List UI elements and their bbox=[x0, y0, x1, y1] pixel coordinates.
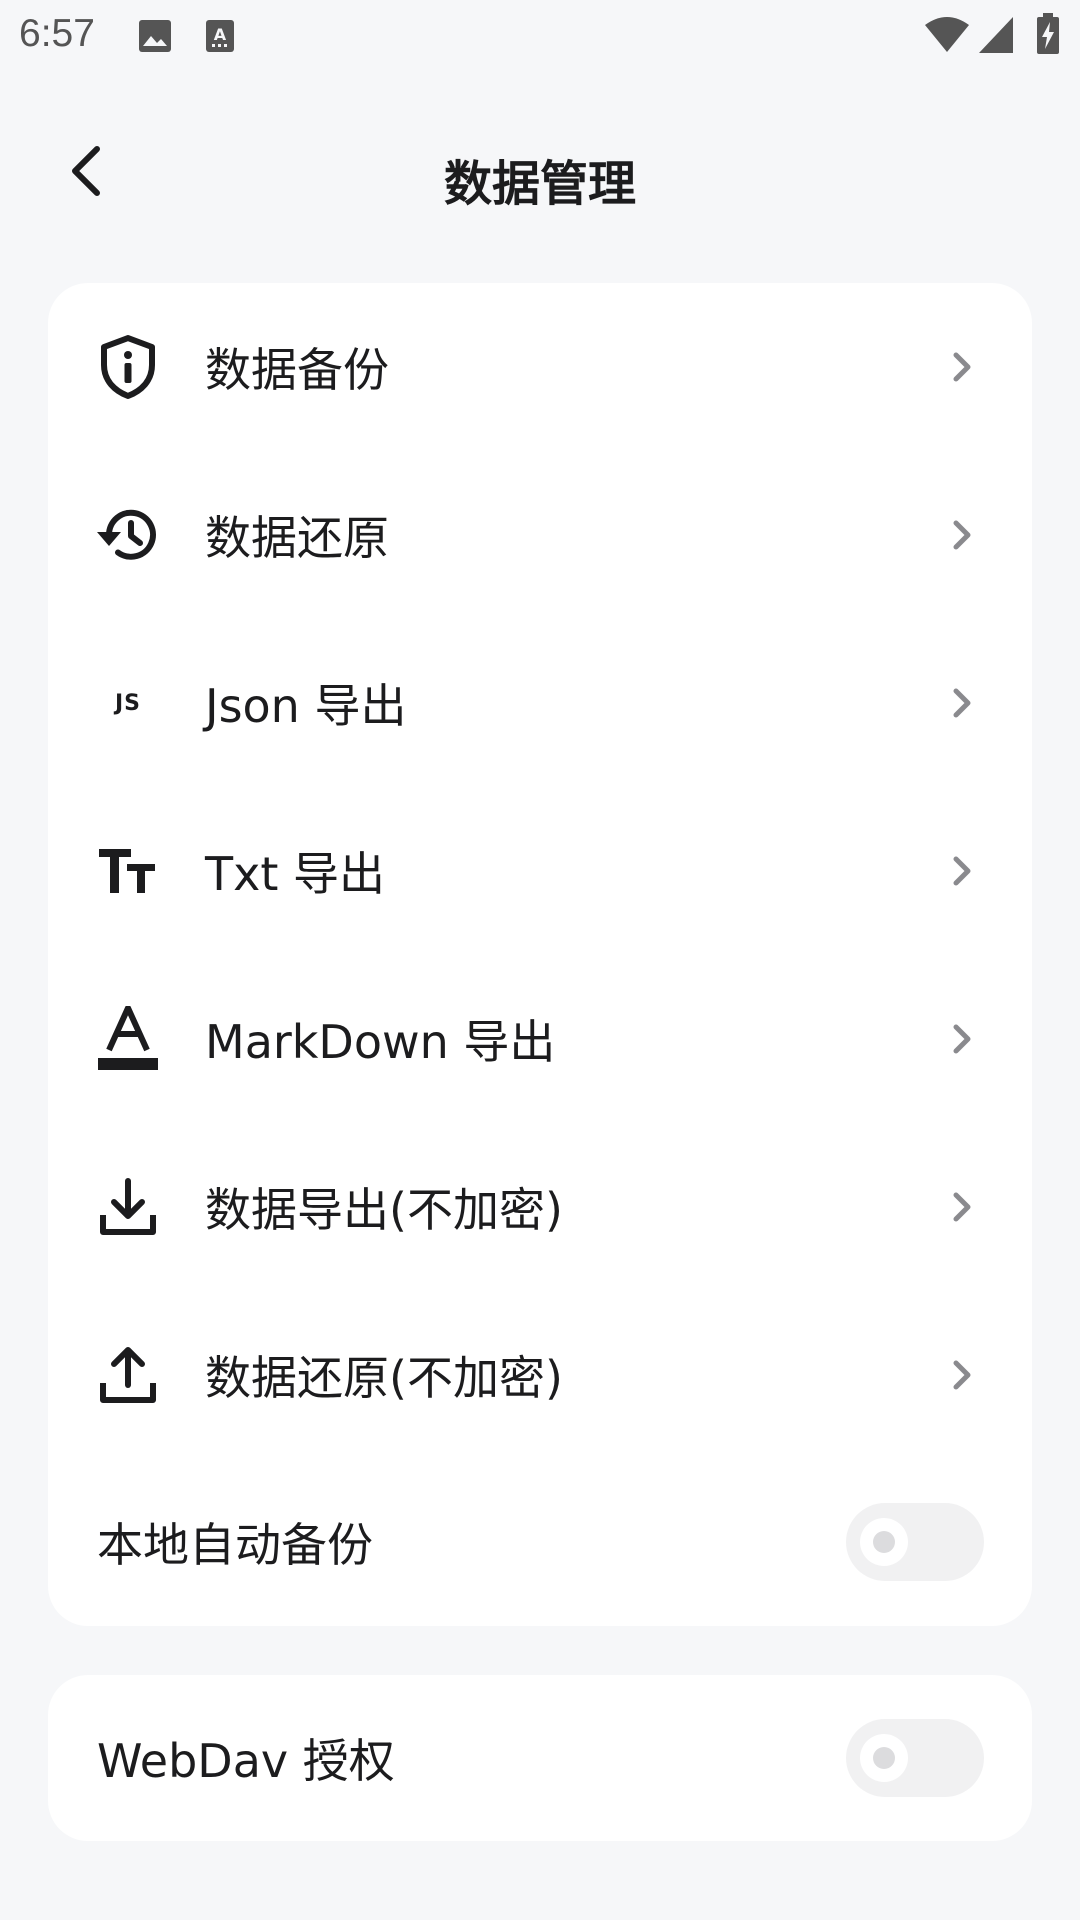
settings-card: 数据备份 数据还原 JS Json 导出 Txt 导出 MarkDown 导出 … bbox=[48, 283, 1032, 1626]
text-recognition-icon: A bbox=[205, 19, 235, 57]
page-title: 数据管理 bbox=[443, 156, 636, 212]
chevron-right-icon bbox=[950, 851, 976, 891]
chevron-right-icon bbox=[950, 1019, 976, 1059]
menu-item-label: 数据导出(不加密) bbox=[205, 1183, 563, 1237]
wifi-icon bbox=[924, 15, 970, 57]
menu-item-label: Txt 导出 bbox=[205, 847, 385, 901]
menu-item-export-unencrypted[interactable]: 数据导出(不加密) bbox=[48, 1123, 1032, 1291]
toggle-knob bbox=[860, 1518, 908, 1566]
menu-item-label: Json 导出 bbox=[205, 679, 407, 733]
svg-text:A: A bbox=[214, 25, 227, 44]
toggle-knob bbox=[860, 1734, 908, 1782]
menu-item-txt-export[interactable]: Txt 导出 bbox=[48, 787, 1032, 955]
format-color-text-icon bbox=[94, 1005, 162, 1073]
shield-info-icon bbox=[94, 333, 162, 401]
webdav-label: WebDav 授权 bbox=[97, 1734, 395, 1788]
webdav-row: WebDav 授权 bbox=[48, 1675, 1032, 1841]
status-bar: 6:57 A bbox=[0, 0, 1080, 72]
status-time: 6:57 bbox=[19, 12, 95, 55]
auto-backup-label: 本地自动备份 bbox=[97, 1518, 373, 1572]
webdav-card: WebDav 授权 bbox=[48, 1675, 1032, 1841]
webdav-toggle[interactable] bbox=[846, 1719, 984, 1797]
image-icon bbox=[138, 19, 172, 57]
text-size-icon bbox=[94, 837, 162, 905]
menu-item-data-backup[interactable]: 数据备份 bbox=[48, 283, 1032, 451]
menu-item-json-export[interactable]: JS Json 导出 bbox=[48, 619, 1032, 787]
menu-item-markdown-export[interactable]: MarkDown 导出 bbox=[48, 955, 1032, 1123]
js-icon-text: JS bbox=[114, 690, 142, 716]
chevron-right-icon bbox=[950, 1355, 976, 1395]
menu-item-label: 数据还原 bbox=[205, 511, 389, 565]
chevron-right-icon bbox=[950, 1187, 976, 1227]
chevron-right-icon bbox=[950, 515, 976, 555]
auto-backup-row: 本地自动备份 bbox=[48, 1458, 1032, 1626]
menu-item-data-restore[interactable]: 数据还原 bbox=[48, 451, 1032, 619]
menu-item-label: MarkDown 导出 bbox=[205, 1015, 556, 1069]
history-icon bbox=[94, 501, 162, 569]
download-icon bbox=[94, 1173, 162, 1241]
signal-icon bbox=[978, 16, 1014, 58]
menu-item-label: 数据还原(不加密) bbox=[205, 1351, 563, 1405]
battery-charging-icon bbox=[1036, 13, 1060, 59]
menu-item-label: 数据备份 bbox=[205, 343, 389, 397]
app-bar: 数据管理 bbox=[0, 120, 1080, 226]
menu-item-restore-unencrypted[interactable]: 数据还原(不加密) bbox=[48, 1291, 1032, 1459]
auto-backup-toggle[interactable] bbox=[846, 1503, 984, 1581]
chevron-right-icon bbox=[950, 683, 976, 723]
js-icon: JS bbox=[94, 669, 162, 737]
chevron-right-icon bbox=[950, 347, 976, 387]
upload-icon bbox=[94, 1341, 162, 1409]
